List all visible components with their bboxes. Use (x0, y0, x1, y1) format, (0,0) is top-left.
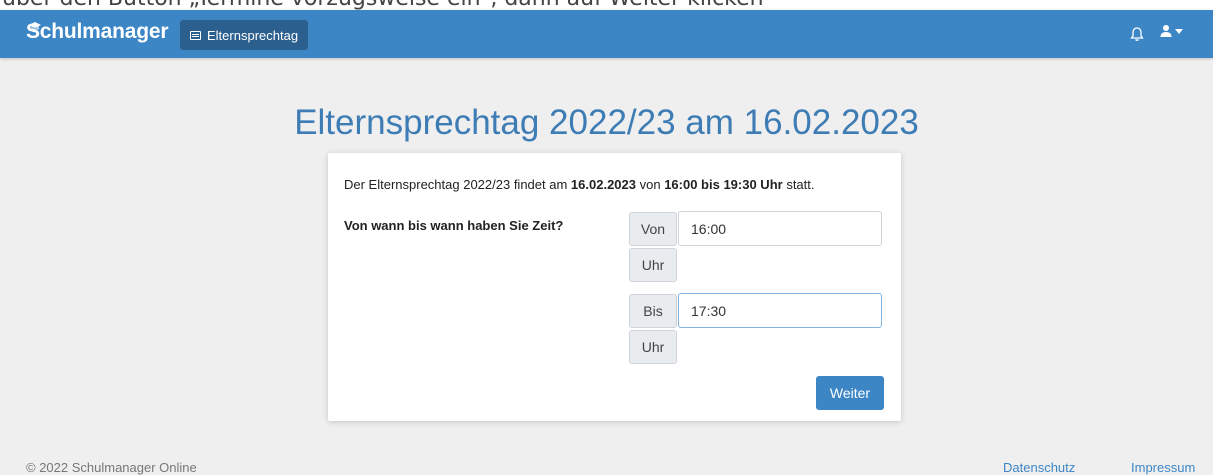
availability-question: Von wann bis wann haben Sie Zeit? (344, 218, 564, 233)
from-time-input[interactable] (678, 211, 882, 246)
from-unit-addon: Uhr (629, 248, 677, 282)
user-menu[interactable] (1160, 24, 1183, 38)
privacy-link[interactable]: Datenschutz (1003, 460, 1075, 475)
bell-icon[interactable] (1129, 26, 1145, 42)
tab-elternsprechtag[interactable]: Elternsprechtag (180, 20, 309, 50)
brand-logo[interactable]: Schulmanager (26, 20, 169, 44)
imprint-link[interactable]: Impressum (1131, 460, 1195, 475)
to-unit-addon: Uhr (629, 330, 677, 364)
to-label-addon: Bis (629, 294, 677, 328)
time-selection-card: Der Elternsprechtag 2022/23 findet am 16… (328, 153, 901, 421)
caret-down-icon (1175, 28, 1183, 34)
user-icon (1160, 25, 1172, 37)
copyright-text: © 2022 Schulmanager Online (26, 460, 197, 475)
to-time-input[interactable] (678, 293, 882, 328)
page-title: Elternsprechtag 2022/23 am 16.02.2023 (294, 103, 919, 143)
tab-label: Elternsprechtag (207, 27, 299, 43)
list-icon (190, 30, 201, 40)
next-button[interactable]: Weiter (816, 376, 884, 410)
cropped-caption-strip: über den Button „Termine vorzugsweise ei… (0, 0, 1213, 10)
navbar: Schulmanager Elternsprechtag (0, 10, 1213, 58)
intro-text: Der Elternsprechtag 2022/23 findet am 16… (344, 177, 815, 192)
from-label-addon: Von (629, 212, 677, 246)
cropped-caption-text: über den Button „Termine vorzugsweise ei… (2, 0, 764, 10)
